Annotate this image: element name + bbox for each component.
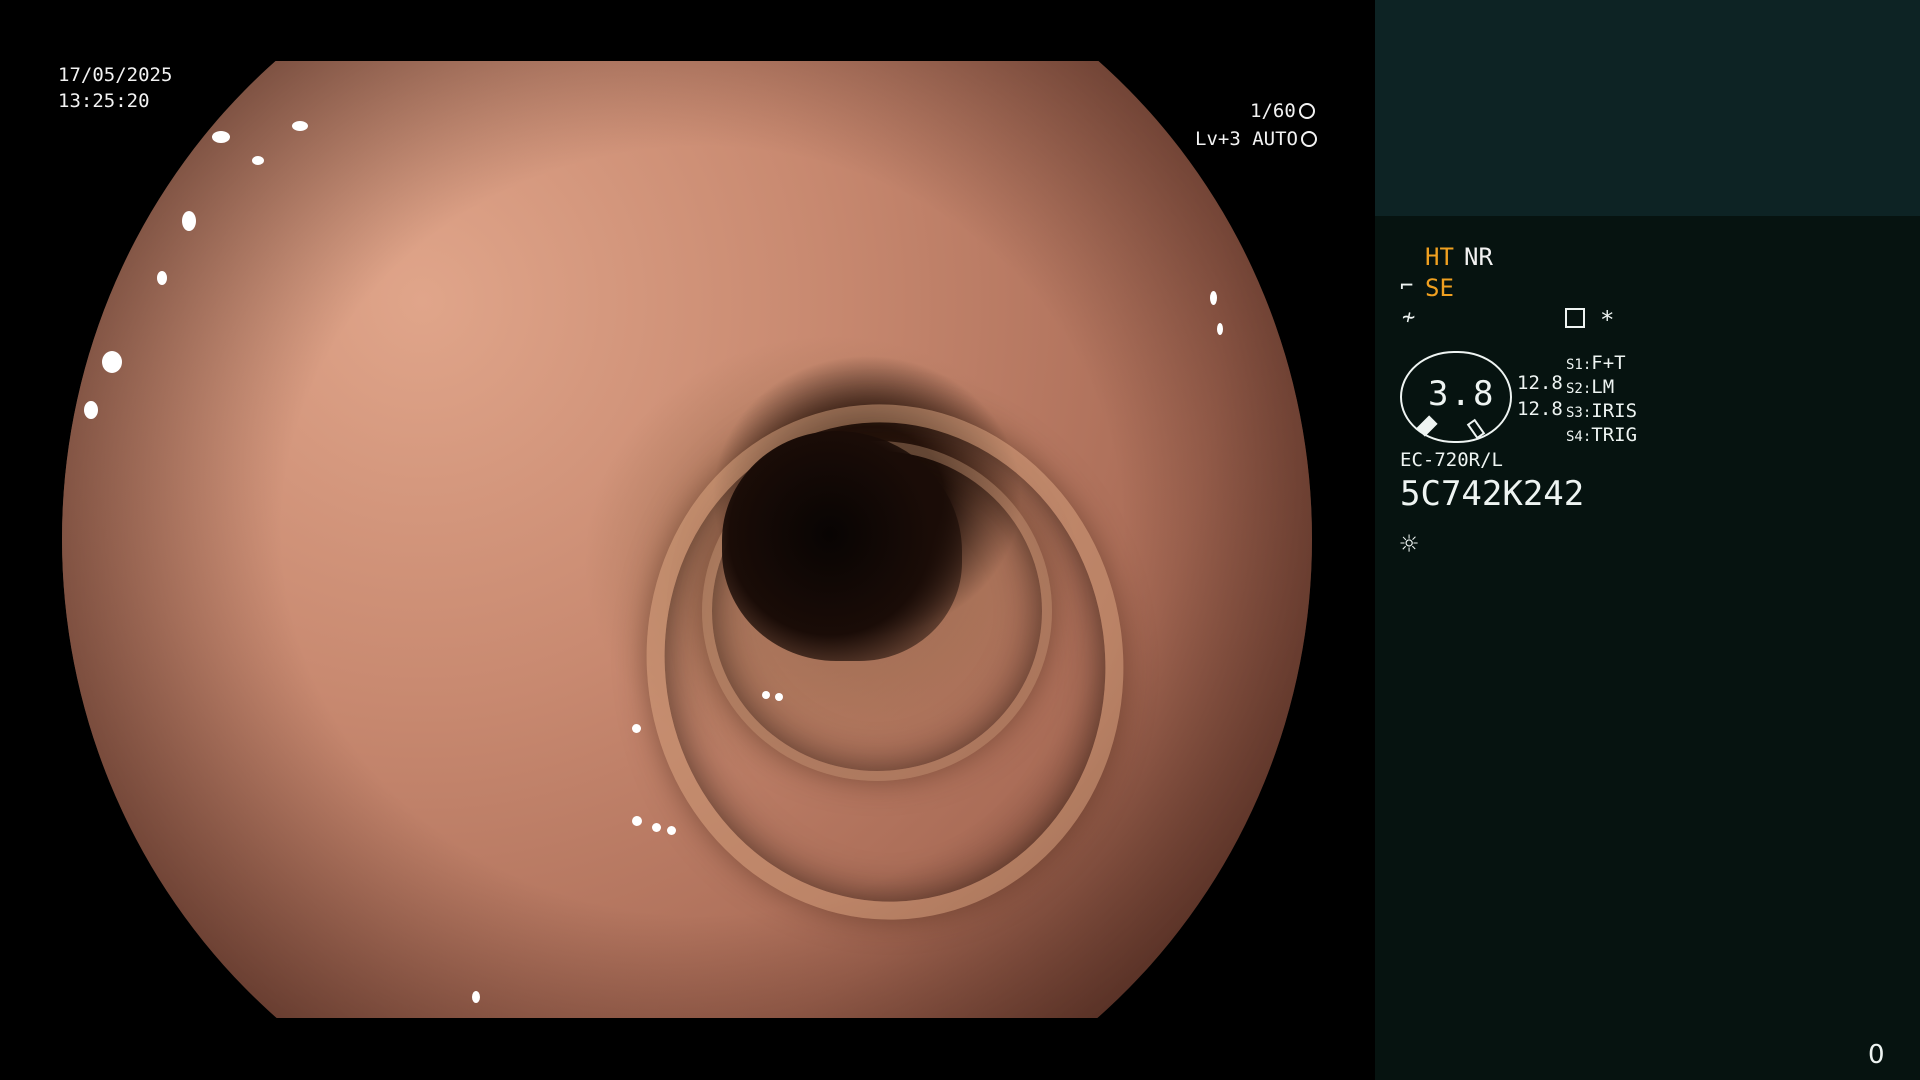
glare-spot [775,693,783,701]
image-counter: 0 [1868,1040,1885,1070]
shutter-value: 1/60 [1250,100,1296,122]
endoscopic-image [62,61,1312,1018]
switch-2: S2:LM [1566,376,1614,398]
star-indicator: * [1600,306,1615,334]
glare-spot [632,816,642,826]
switch-3: S3:IRIS [1566,400,1637,422]
glare-spot [102,351,122,373]
glare-spot [292,121,308,131]
sun-icon: ☼ [1400,527,1419,562]
glare-spot [212,131,230,143]
side-value-1: 12.8 [1517,372,1563,394]
glare-spot [632,724,641,733]
glare-spot [667,826,676,835]
shutter-speed: 1/60 [1250,98,1315,124]
glare-spot [157,271,167,285]
switch-label: S1: [1566,357,1592,373]
switch-value: F+T [1591,352,1626,374]
glare-spot [252,156,264,165]
glare-spot [1217,323,1223,335]
side-value-2: 12.8 [1517,398,1563,420]
scope-tip-icon: ⌐ [1400,274,1414,299]
scope-serial: 5C742K242 [1400,474,1585,514]
switch-label: S3: [1566,405,1592,421]
ht-indicator: HT [1425,243,1454,271]
exposure-mode: Lv+3 AUTO [1195,126,1317,152]
endoscope-view: 17/05/2025 13:25:20 1/60 Lv+3 AUTO [0,0,1375,1080]
glare-spot [472,991,480,1003]
switch-4: S4:TRIG [1566,424,1637,446]
glare-spot [84,401,98,419]
switch-label: S2: [1566,381,1592,397]
freeze-icon: ≁ [1402,305,1416,330]
gauge-value: 3.8 [1428,374,1496,414]
switch-value: TRIG [1591,424,1638,446]
switch-value: IRIS [1591,400,1638,422]
nr-indicator: NR [1464,243,1493,271]
time-display: 13:25:20 [58,90,150,112]
iris-icon [1300,131,1317,147]
info-panel [1375,216,1920,1080]
switch-value: LM [1591,376,1615,398]
glare-spot [762,691,770,699]
glare-spot [652,823,661,832]
glare-spot [182,211,196,231]
se-indicator: SE [1425,274,1454,302]
menu-list-icon [1565,308,1585,328]
switch-1: S1:F+T [1566,352,1626,374]
date-display: 17/05/2025 [58,64,173,86]
exposure-mode-value: Lv+3 AUTO [1195,128,1298,150]
glare-spot [1210,291,1217,305]
info-panel-top [1375,0,1920,216]
switch-label: S4: [1566,429,1592,445]
aperture-icon [1298,103,1315,119]
scope-model: EC-720R/L [1400,449,1503,471]
